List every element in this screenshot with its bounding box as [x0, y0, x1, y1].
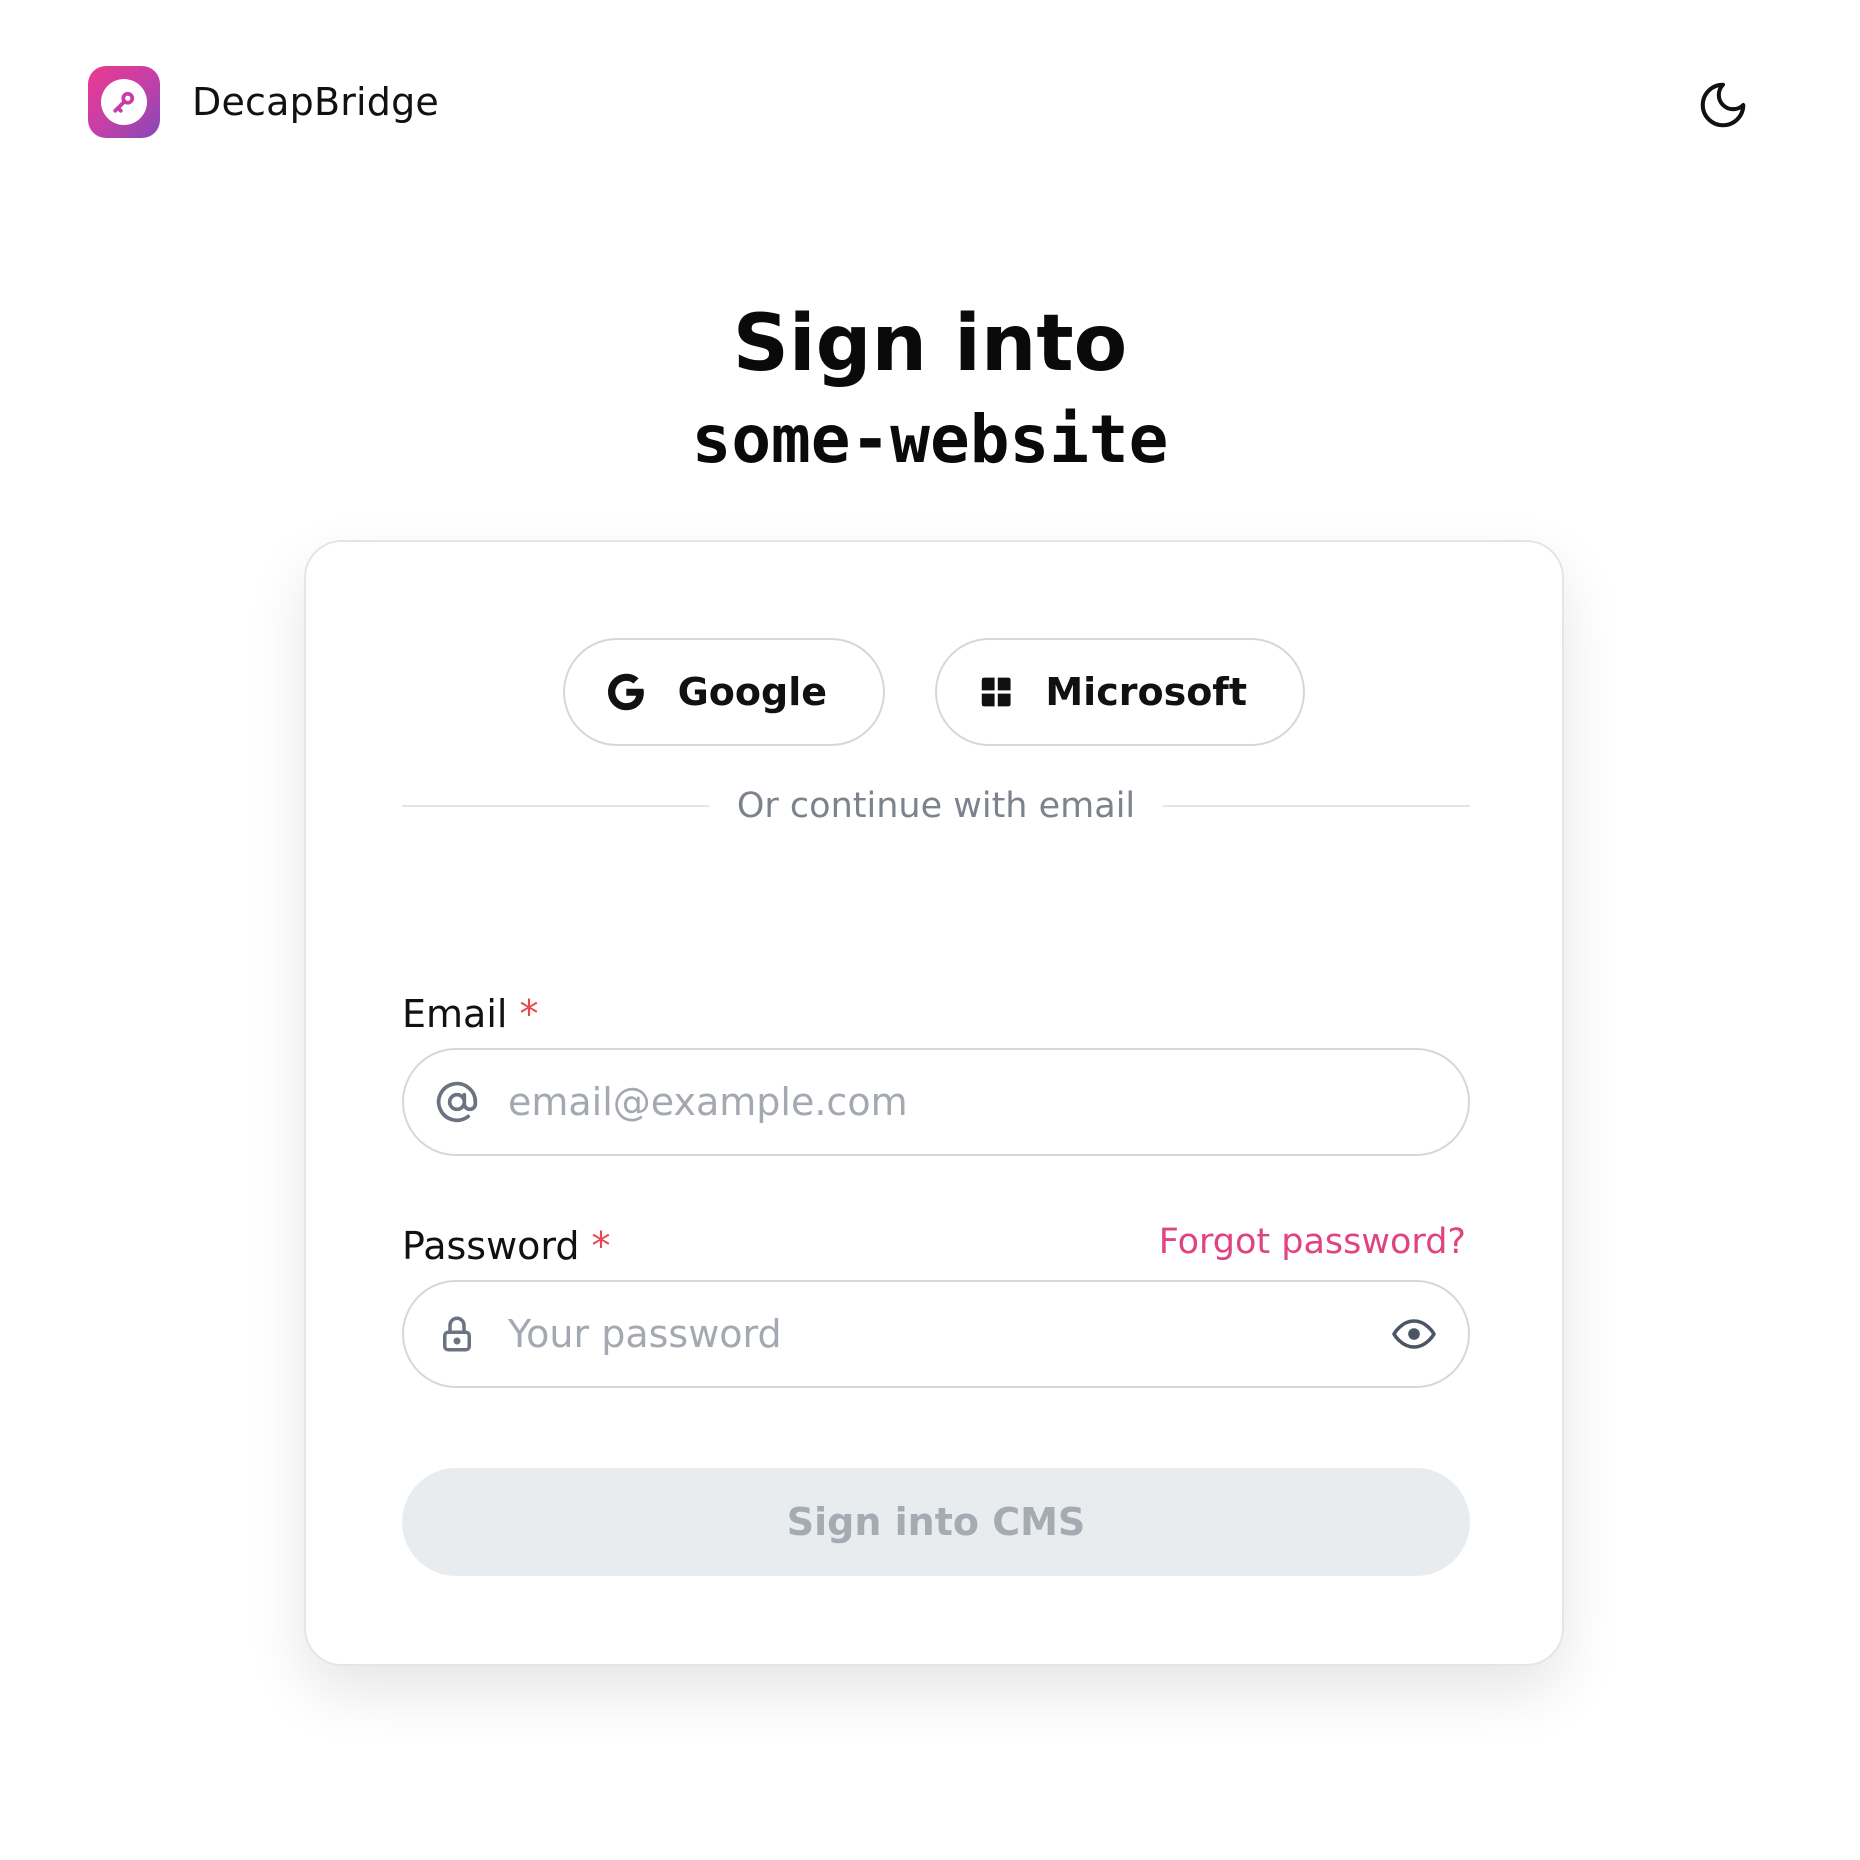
divider-text: Or continue with email [736, 786, 1136, 826]
forgot-password-link[interactable]: Forgot password? [1159, 1222, 1466, 1262]
microsoft-label: Microsoft [1045, 670, 1247, 714]
eye-icon [1392, 1319, 1436, 1349]
required-marker: * [591, 1224, 611, 1268]
oauth-buttons: Google Microsoft [306, 638, 1562, 746]
microsoft-signin-button[interactable]: Microsoft [935, 638, 1305, 746]
moon-icon [1700, 82, 1746, 128]
password-field-wrapper [402, 1280, 1470, 1388]
required-marker: * [519, 992, 539, 1036]
sign-in-button[interactable]: Sign into CMS [402, 1468, 1470, 1576]
brand[interactable]: DecapBridge [88, 66, 439, 138]
toggle-password-visibility-button[interactable] [1386, 1306, 1442, 1362]
theme-toggle-button[interactable] [1690, 72, 1756, 138]
divider-line-left [402, 805, 709, 807]
brand-logo [88, 66, 160, 138]
password-label-text: Password [402, 1224, 580, 1268]
email-input[interactable] [506, 1079, 1442, 1125]
lock-icon [434, 1311, 480, 1357]
divider-line-right [1163, 805, 1470, 807]
sign-in-card: Google Microsoft Or continue with email … [304, 540, 1564, 1666]
password-input[interactable] [506, 1311, 1386, 1357]
email-label-text: Email [402, 992, 508, 1036]
google-label: Google [677, 670, 827, 714]
windows-icon [981, 677, 1011, 707]
email-label: Email * [402, 992, 538, 1036]
key-icon [101, 79, 147, 125]
divider: Or continue with email [402, 786, 1470, 826]
password-label: Password * [402, 1224, 611, 1268]
page-title: Sign into [732, 299, 1128, 389]
email-field-wrapper [402, 1048, 1470, 1156]
site-name: some-website [691, 401, 1169, 478]
brand-name: DecapBridge [192, 80, 440, 124]
google-icon [608, 673, 644, 711]
google-signin-button[interactable]: Google [563, 638, 885, 746]
at-sign-icon [434, 1079, 480, 1125]
